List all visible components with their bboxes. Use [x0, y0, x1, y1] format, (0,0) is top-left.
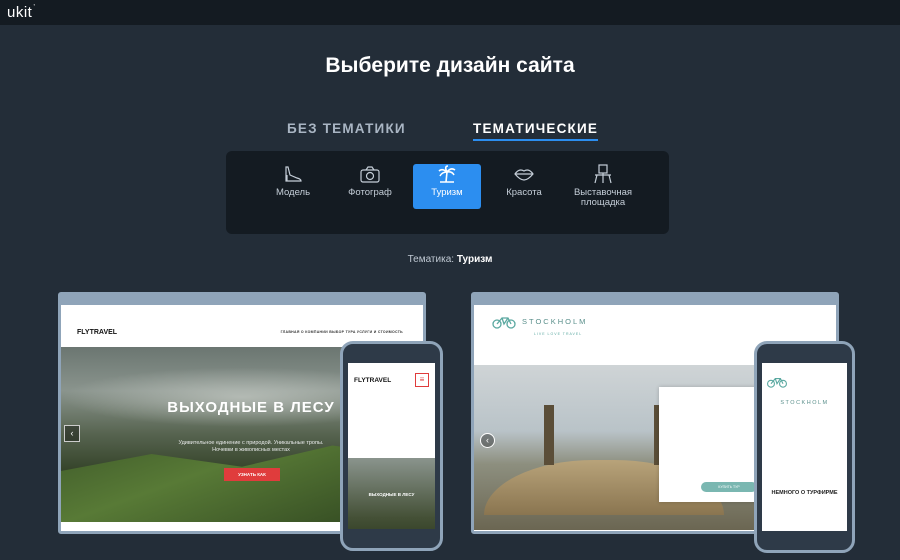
category-label: Выставочная площадка [573, 187, 633, 208]
tab-thematic[interactable]: ТЕМАТИЧЕСКИЕ [473, 121, 599, 141]
category-tourism[interactable]: Туризм [413, 164, 481, 209]
category-label: Модель [275, 187, 311, 198]
chevron-left-icon: ‹ [64, 425, 80, 442]
lips-icon [490, 164, 558, 186]
category-model[interactable]: Модель [259, 164, 327, 209]
mobile-hero-title: ВЫХОДНЫЕ В ЛЕСУ [368, 492, 415, 497]
exhibition-icon [567, 164, 639, 186]
template-hero-title: ВЫХОДНЫЕ В ЛЕСУ [167, 399, 335, 416]
ukit-logo[interactable]: ukit’ [7, 4, 35, 21]
template-brand: FLYTRAVEL [77, 329, 118, 336]
template-tagline: LIVE LOVE TRAVEL [534, 332, 583, 336]
category-beauty[interactable]: Красота [490, 164, 558, 209]
phone-preview-stockholm[interactable]: STOCKHOLM НЕМНОГО О ТУРФИРМЕ [754, 341, 855, 553]
palm-icon [413, 164, 481, 186]
template-nav: ГЛАВНАЯ О КОМПАНИИ ВЫБОР ТУРА УСЛУГИ И С… [280, 330, 403, 334]
category-photographer[interactable]: Фотограф [336, 164, 404, 209]
bicycle-icon [766, 375, 788, 393]
template-brand: STOCKHOLM [522, 317, 588, 326]
mobile-brand: FLYTRAVEL [354, 377, 392, 384]
category-label: Фотограф [348, 187, 392, 198]
category-label: Туризм [431, 187, 463, 198]
shoe-icon [259, 164, 327, 186]
tab-no-theme[interactable]: БЕЗ ТЕМАТИКИ [287, 121, 406, 136]
phone-screen: STOCKHOLM НЕМНОГО О ТУРФИРМЕ [762, 363, 847, 531]
template-hero-text: Удивительное единение с природой. Уникал… [178, 440, 324, 453]
template-cta-button: УЗНАТЬ КАК [224, 468, 280, 481]
browser-chrome [474, 295, 836, 310]
theme-indicator: Тематика: Туризм [407, 254, 493, 265]
template-cta-button: КУПИТЬ ТУР [701, 482, 757, 492]
phone-preview-flytravel[interactable]: FLYTRAVEL ≡ ВЫХОДНЫЕ В ЛЕСУ [340, 341, 443, 551]
phone-screen: FLYTRAVEL ≡ ВЫХОДНЫЕ В ЛЕСУ [348, 363, 435, 529]
top-bar: ukit’ [0, 0, 900, 25]
category-exhibition[interactable]: Выставочная площадка [567, 164, 639, 209]
mobile-brand: STOCKHOLM [780, 400, 829, 406]
category-panel: Модель Фотограф Туризм Красота Выставочн… [226, 151, 669, 234]
camera-icon [336, 164, 404, 186]
category-label: Красота [506, 187, 542, 198]
bicycle-icon [492, 315, 516, 334]
browser-chrome [61, 295, 423, 310]
chevron-left-icon: ‹ [480, 433, 495, 448]
page-title: Выберите дизайн сайта [325, 54, 575, 77]
menu-icon: ≡ [415, 373, 429, 387]
mobile-heading: НЕМНОГО О ТУРФИРМЕ [771, 490, 838, 496]
template-info-card: КУПИТЬ ТУР [659, 387, 759, 502]
